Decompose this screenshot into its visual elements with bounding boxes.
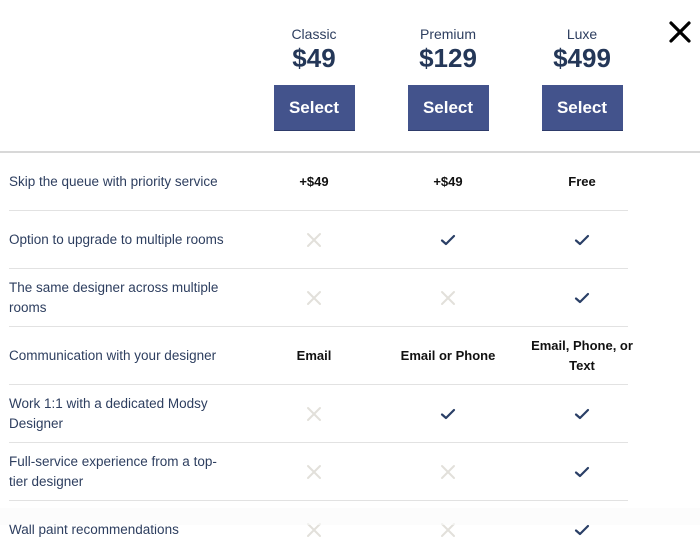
table-row: Option to upgrade to multiple rooms xyxy=(9,211,628,269)
feature-label: The same designer across multiple rooms xyxy=(9,279,219,315)
feature-comparison-table: Skip the queue with priority service +$49… xyxy=(0,153,633,558)
plan-premium: Premium $129 Select xyxy=(388,26,508,131)
plan-price: $499 xyxy=(553,43,611,73)
cross-icon xyxy=(388,443,508,500)
close-icon[interactable] xyxy=(668,20,692,44)
plan-price: $49 xyxy=(292,43,336,73)
select-premium-button[interactable]: Select xyxy=(407,85,489,131)
feature-value: Email xyxy=(296,347,332,363)
feature-label: Work 1:1 with a dedicated Modsy Designer xyxy=(9,395,208,431)
cross-icon xyxy=(254,269,374,326)
check-icon xyxy=(522,269,642,326)
plan-classic: Classic $49 Select xyxy=(254,26,374,131)
table-row: The same designer across multiple rooms xyxy=(9,269,628,327)
check-icon xyxy=(522,385,642,442)
check-icon xyxy=(522,211,642,268)
bottom-fade xyxy=(0,508,700,525)
plan-name: Luxe xyxy=(566,26,598,42)
feature-value: +$49 xyxy=(299,173,329,189)
select-classic-button[interactable]: Select xyxy=(273,85,355,131)
cross-icon xyxy=(254,443,374,500)
check-icon xyxy=(522,443,642,500)
table-row: Skip the queue with priority service +$49… xyxy=(9,153,628,211)
plan-name: Classic xyxy=(291,26,337,42)
cross-icon xyxy=(254,385,374,442)
table-row: Work 1:1 with a dedicated Modsy Designer xyxy=(9,385,628,443)
table-row: Full-service experience from a top-tier … xyxy=(9,443,628,501)
feature-label: Option to upgrade to multiple rooms xyxy=(9,231,224,247)
table-row: Communication with your designer Email Ema… xyxy=(9,327,633,385)
check-icon xyxy=(388,211,508,268)
plan-price: $129 xyxy=(419,43,477,73)
cross-icon xyxy=(254,211,374,268)
feature-label: Skip the queue with priority service xyxy=(9,173,218,189)
pricing-header: Classic $49 Select Premium $129 Select L… xyxy=(0,0,700,152)
feature-label: Communication with your designer xyxy=(9,347,217,363)
check-icon xyxy=(388,385,508,442)
plan-luxe: Luxe $499 Select xyxy=(522,26,642,131)
feature-value: Email, Phone, or Text xyxy=(531,337,633,373)
plan-name: Premium xyxy=(419,26,476,42)
feature-value: Email or Phone xyxy=(400,347,496,363)
feature-label: Full-service experience from a top-tier … xyxy=(9,453,217,489)
select-luxe-button[interactable]: Select xyxy=(541,85,623,131)
cross-icon xyxy=(388,269,508,326)
feature-value: Free xyxy=(568,173,596,189)
feature-value: +$49 xyxy=(433,173,463,189)
